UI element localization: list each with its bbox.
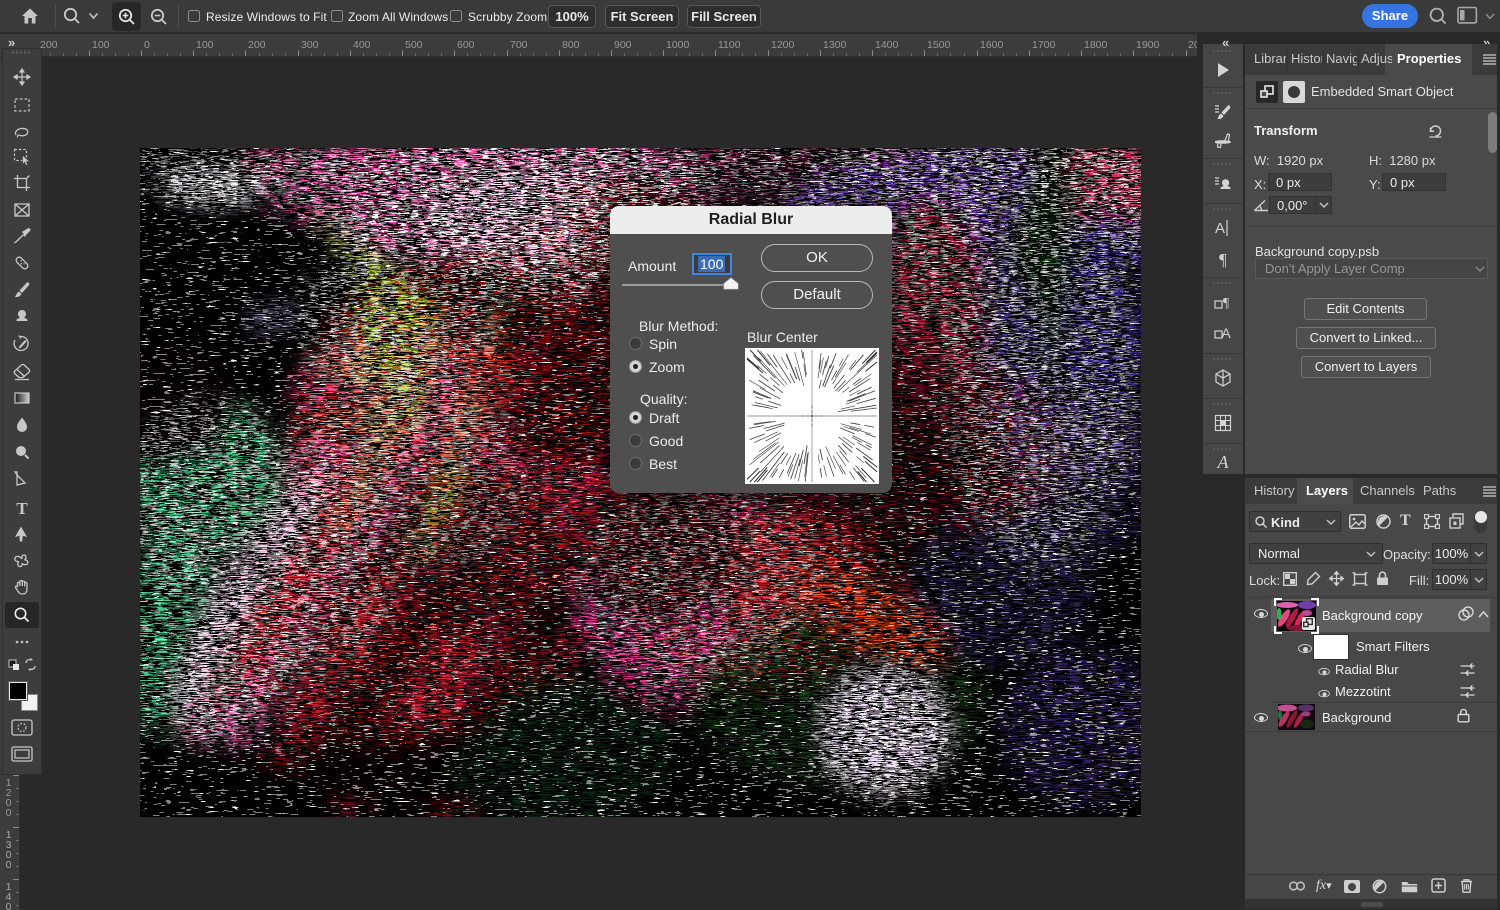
svg-text:¶: ¶ — [1223, 296, 1230, 311]
svg-text:A: A — [1221, 325, 1231, 341]
svg-text:¶: ¶ — [1219, 250, 1227, 269]
svg-text:A: A — [1215, 220, 1225, 237]
svg-text:T: T — [16, 499, 28, 517]
svg-text:A: A — [1217, 452, 1230, 472]
